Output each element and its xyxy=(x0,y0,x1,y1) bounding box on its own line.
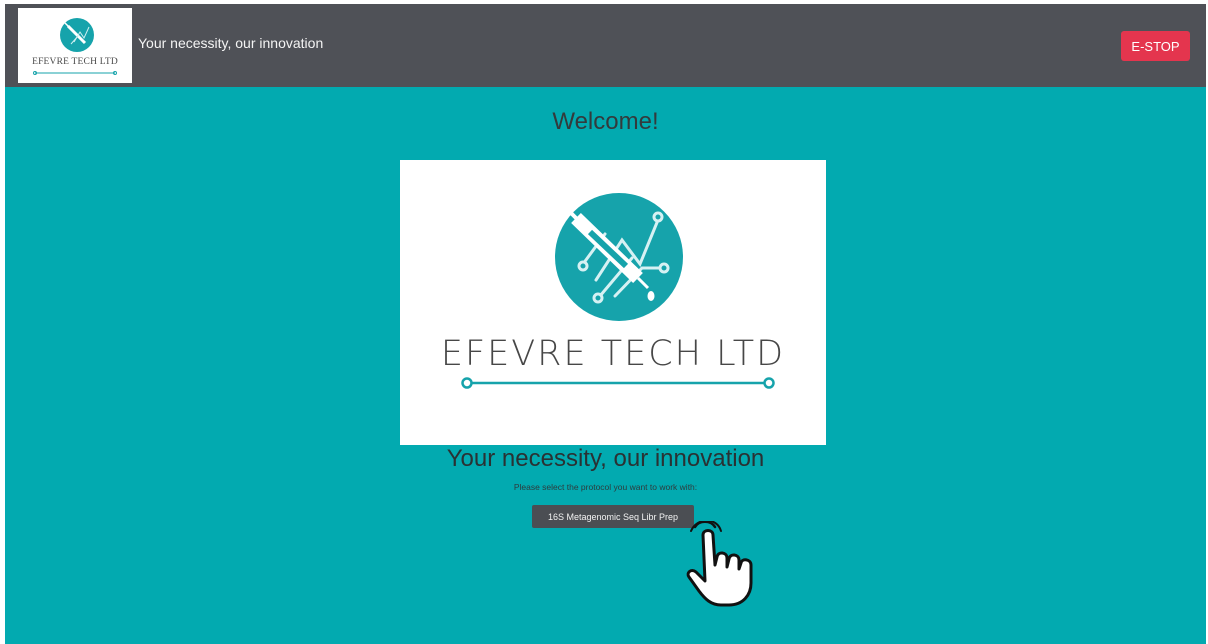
app-frame: EFEVRE TECH LTD Your necessity, our inno… xyxy=(5,4,1206,644)
header-logo[interactable]: EFEVRE TECH LTD xyxy=(18,8,132,83)
hand-pointer-icon xyxy=(686,521,753,607)
hero-logo-card: EFEVRE TECH LTD xyxy=(400,160,826,445)
e-stop-button[interactable]: E-STOP xyxy=(1121,31,1190,61)
top-bar: EFEVRE TECH LTD Your necessity, our inno… xyxy=(5,4,1206,87)
header-tagline: Your necessity, our innovation xyxy=(138,35,324,51)
header-logo-underline xyxy=(33,71,117,75)
welcome-heading: Welcome! xyxy=(552,108,659,135)
syringe-circuit-logo-icon xyxy=(60,18,94,52)
protocol-button[interactable]: 16S Metagenomic Seq Libr Prep xyxy=(532,505,694,528)
header-logo-text: EFEVRE TECH LTD xyxy=(32,57,118,67)
syringe-circuit-logo-icon xyxy=(555,193,683,321)
main-tagline: Your necessity, our innovation xyxy=(446,445,765,472)
hero-logo-wordmark: EFEVRE TECH LTD xyxy=(440,334,786,374)
hero-logo-underline xyxy=(461,377,775,389)
protocol-prompt: Please select the protocol you want to w… xyxy=(513,482,698,492)
